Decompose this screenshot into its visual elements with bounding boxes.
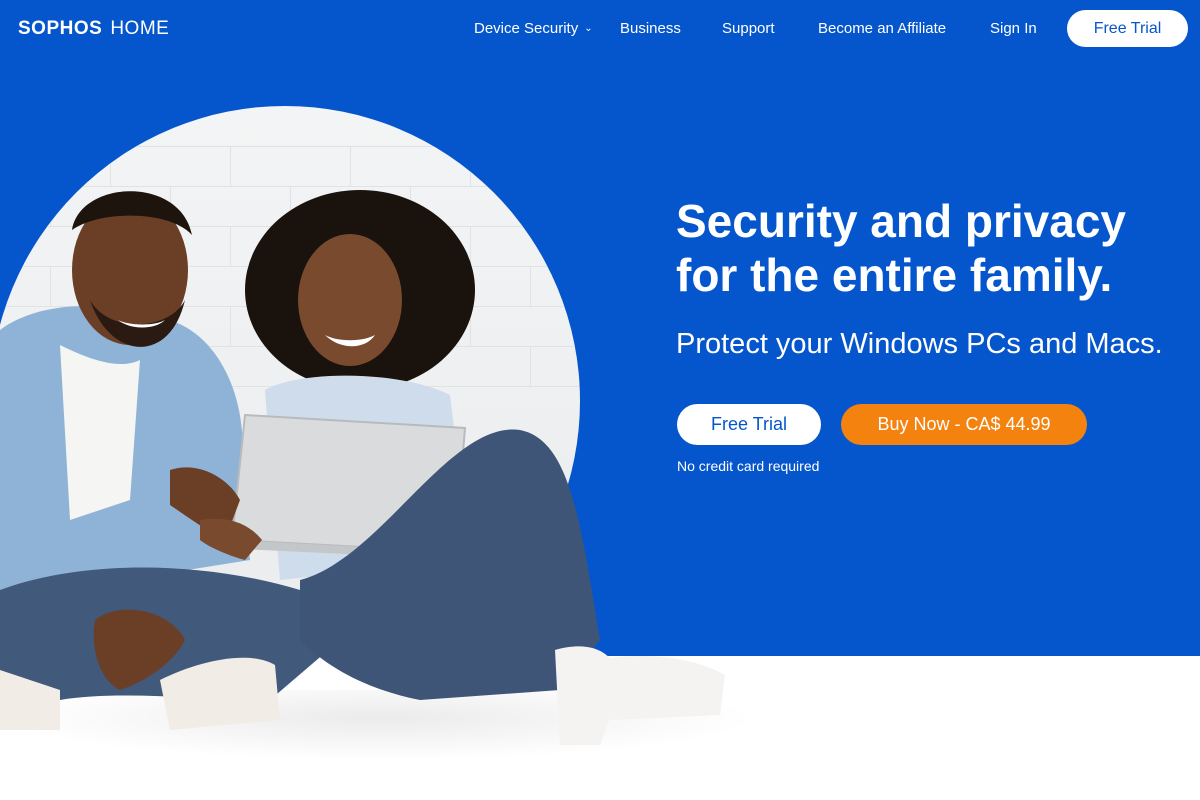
nav-become-affiliate[interactable]: Become an Affiliate bbox=[818, 18, 946, 40]
buy-now-button[interactable]: Buy Now - CA$ 44.99 bbox=[841, 404, 1087, 445]
nav-sign-in[interactable]: Sign In bbox=[990, 18, 1037, 40]
woman-sneaker-right bbox=[600, 655, 725, 720]
nav-free-trial-button[interactable]: Free Trial bbox=[1067, 10, 1188, 47]
family-laptop-photo bbox=[0, 190, 725, 745]
